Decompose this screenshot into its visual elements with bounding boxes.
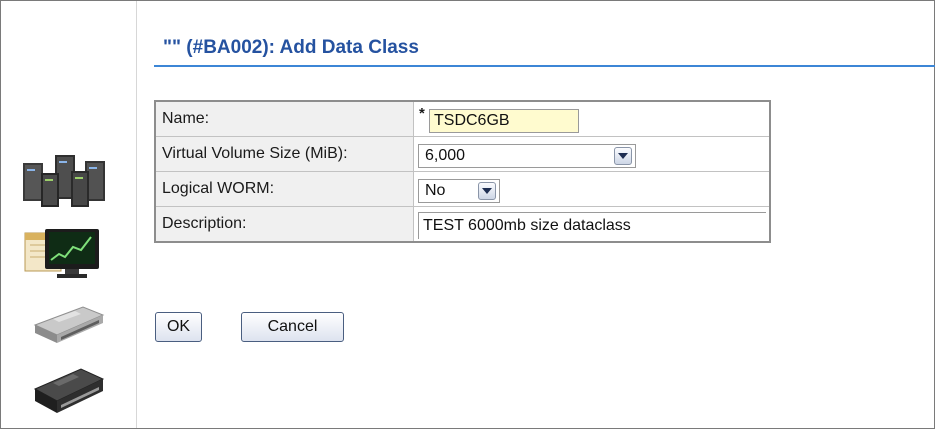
- description-field-cell: [413, 206, 771, 243]
- page-title: "" (#BA002): Add Data Class: [163, 37, 419, 58]
- logical-worm-field-cell: No: [413, 171, 771, 207]
- name-label: Name:: [154, 100, 414, 137]
- volume-size-field-cell: 6,000: [413, 136, 771, 172]
- monitor-chart-icon[interactable]: [21, 223, 103, 281]
- ok-button[interactable]: OK: [155, 312, 202, 342]
- volume-size-select[interactable]: 6,000: [418, 144, 636, 168]
- volume-size-label: Virtual Volume Size (MiB):: [154, 136, 414, 172]
- required-asterisk: *: [419, 105, 425, 122]
- application-window: "" (#BA002): Add Data Class Name: * Virt…: [0, 0, 935, 429]
- form-row-description: Description:: [154, 206, 771, 243]
- navigation-sidebar: [1, 1, 137, 428]
- form-row-volume-size: Virtual Volume Size (MiB): 6,000: [154, 136, 771, 172]
- logical-worm-selected-value: No: [425, 182, 446, 199]
- cancel-button[interactable]: Cancel: [241, 312, 344, 342]
- title-divider: [154, 65, 935, 67]
- description-label: Description:: [154, 206, 414, 243]
- logical-worm-label: Logical WORM:: [154, 171, 414, 207]
- add-data-class-form: Name: * Virtual Volume Size (MiB): 6,000…: [154, 100, 771, 243]
- form-row-logical-worm: Logical WORM: No: [154, 171, 771, 207]
- description-input[interactable]: [418, 212, 766, 239]
- tape-drive-icon[interactable]: [23, 299, 107, 351]
- volume-size-selected-value: 6,000: [425, 147, 466, 164]
- form-row-name: Name: *: [154, 100, 771, 137]
- name-input[interactable]: [429, 109, 579, 133]
- chevron-down-icon[interactable]: [478, 182, 496, 200]
- chevron-down-icon[interactable]: [614, 147, 632, 165]
- logical-worm-select[interactable]: No: [418, 179, 500, 203]
- name-field-cell: *: [413, 100, 771, 137]
- server-rack-icon[interactable]: [19, 153, 113, 209]
- tape-drive-dark-icon[interactable]: [23, 363, 107, 419]
